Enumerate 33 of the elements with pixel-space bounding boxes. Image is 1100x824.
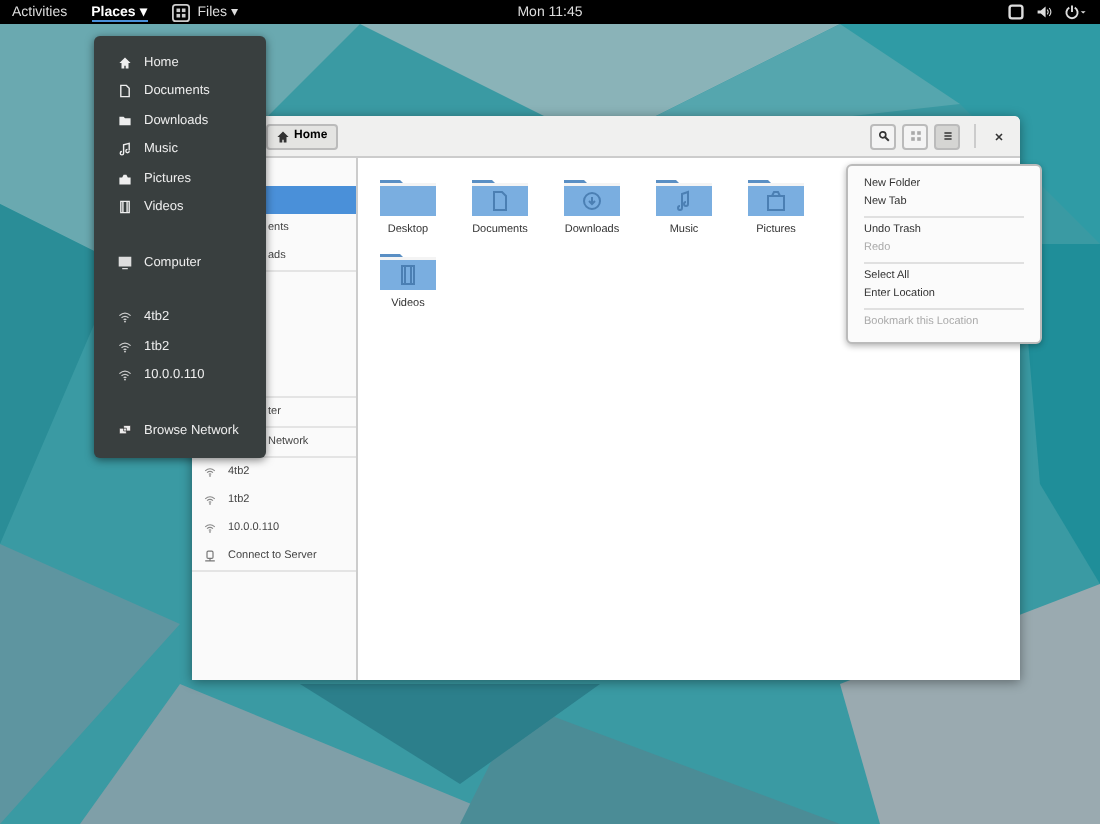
wifi-icon <box>118 310 132 325</box>
wifi-icon <box>204 466 216 478</box>
folder-icon <box>378 248 438 292</box>
folder-icon <box>118 113 132 128</box>
folder-icon <box>470 174 530 218</box>
volume-icon[interactable] <box>1036 4 1052 20</box>
server-icon <box>204 550 216 562</box>
wifi-icon <box>118 368 132 383</box>
film-icon <box>118 200 132 215</box>
close-button[interactable] <box>990 127 1008 145</box>
wifi-icon <box>118 339 132 354</box>
search-icon <box>877 130 889 142</box>
menu-icon <box>941 130 953 142</box>
network-icon <box>118 423 132 438</box>
folder-icon <box>562 174 622 218</box>
close-icon <box>994 131 1004 141</box>
folder-icon <box>746 174 806 218</box>
grid-icon <box>909 130 921 142</box>
search-button[interactable] <box>870 123 896 149</box>
power-icon[interactable] <box>1064 4 1088 20</box>
wifi-icon <box>204 522 216 534</box>
menu-button[interactable] <box>934 123 960 149</box>
picture-icon <box>118 171 132 186</box>
music-note-icon <box>118 142 132 157</box>
wifi-icon <box>204 494 216 506</box>
home-icon <box>118 55 132 70</box>
home-icon <box>276 129 290 143</box>
folder-icon <box>654 174 714 218</box>
window-icon[interactable] <box>1008 4 1024 20</box>
folder-icon <box>378 174 438 218</box>
view-toggle-button[interactable] <box>902 123 928 149</box>
computer-icon <box>118 255 132 270</box>
document-icon <box>118 84 132 99</box>
